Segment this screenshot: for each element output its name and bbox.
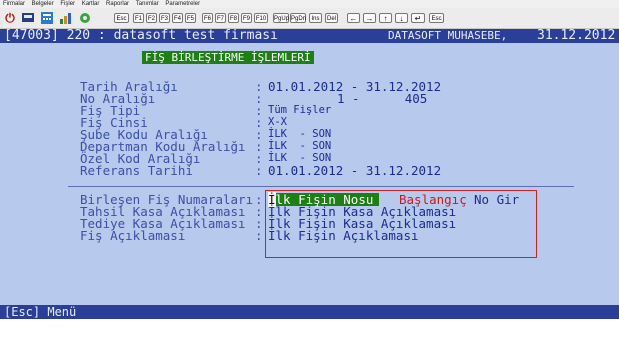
enter-icon[interactable]: ↵ <box>411 13 425 23</box>
app-menu-bar: Firmalar Belgeler Fişler Kartlar Raporla… <box>0 0 619 8</box>
menu-shortcut[interactable]: [Esc] Menü <box>4 305 76 319</box>
key-f9[interactable]: F9 <box>241 13 252 23</box>
company-title: [47003] 220 : datasoft test firması <box>4 28 278 43</box>
key-f8[interactable]: F8 <box>228 13 239 23</box>
status-bar: [Esc] Menü <box>0 305 619 319</box>
key-f1[interactable]: F1 <box>133 13 144 23</box>
arrow-up-icon[interactable]: ↑ <box>379 13 392 23</box>
title-bar: [47003] 220 : datasoft test firması DATA… <box>0 29 619 43</box>
form-title: FİŞ BİRLEŞTİRME İŞLEMLERİ <box>142 51 314 64</box>
menu-kartlar[interactable]: Kartlar <box>82 1 100 7</box>
arrow-right-icon[interactable]: → <box>363 13 376 23</box>
menu-parametreler[interactable]: Parametreler <box>165 1 200 7</box>
key-f4[interactable]: F4 <box>172 13 183 23</box>
menu-fisler[interactable]: Fişler <box>60 1 75 7</box>
menu-firmalar[interactable]: Firmalar <box>3 1 25 7</box>
menu-belgeler[interactable]: Belgeler <box>32 1 54 7</box>
key-f3[interactable]: F3 <box>159 13 170 23</box>
label-referans-tarihi: Referans Tarihi <box>80 163 193 178</box>
app-name: DATASOFT MUHASEBE, <box>388 29 508 42</box>
calculator-icon[interactable] <box>40 11 54 25</box>
settings-icon[interactable] <box>78 11 92 25</box>
work-date: 31.12.2012 <box>537 28 616 43</box>
key-esc[interactable]: Esc <box>114 13 129 23</box>
menu-raporlar[interactable]: Raporlar <box>106 1 129 7</box>
arrow-left-icon[interactable]: ← <box>347 13 360 23</box>
key-pgdn[interactable]: PgDn <box>290 13 306 23</box>
terminal-screen: [47003] 220 : datasoft test firması DATA… <box>0 29 619 319</box>
power-icon[interactable]: ⏻ <box>3 11 17 25</box>
field-fis-aciklamasi[interactable]: İlk Fişin Açıklaması <box>268 229 419 242</box>
separator: : <box>255 228 263 243</box>
label-fis-aciklamasi: Fiş Açıklaması <box>80 228 186 243</box>
option-no-gir[interactable]: No Gir <box>474 193 519 206</box>
arrow-down-icon[interactable]: ↓ <box>395 13 408 23</box>
chart-icon[interactable] <box>59 11 73 25</box>
key-pgup[interactable]: PgUp <box>273 13 289 23</box>
key-f2[interactable]: F2 <box>146 13 157 23</box>
key-ins[interactable]: Ins <box>309 13 322 23</box>
key-esc-2[interactable]: Esc <box>429 13 444 23</box>
field-referans-tarihi[interactable]: 01.01.2012 - 31.12.2012 <box>268 164 441 177</box>
printer-icon[interactable] <box>21 11 35 25</box>
key-f10[interactable]: F10 <box>254 13 268 23</box>
field-no-araligi[interactable]: 1 - 405 <box>337 92 427 105</box>
separator: : <box>255 163 263 178</box>
section-divider <box>68 186 574 187</box>
key-f5[interactable]: F5 <box>185 13 196 23</box>
key-del[interactable]: Del <box>325 13 338 23</box>
key-f7[interactable]: F7 <box>215 13 226 23</box>
toolbar: ⏻ Esc F1 F2 F3 F4 F5 F6 F7 F8 F9 F10 PgU… <box>0 8 619 29</box>
menu-tanimlar[interactable]: Tanımlar <box>136 1 159 7</box>
key-f6[interactable]: F6 <box>202 13 213 23</box>
